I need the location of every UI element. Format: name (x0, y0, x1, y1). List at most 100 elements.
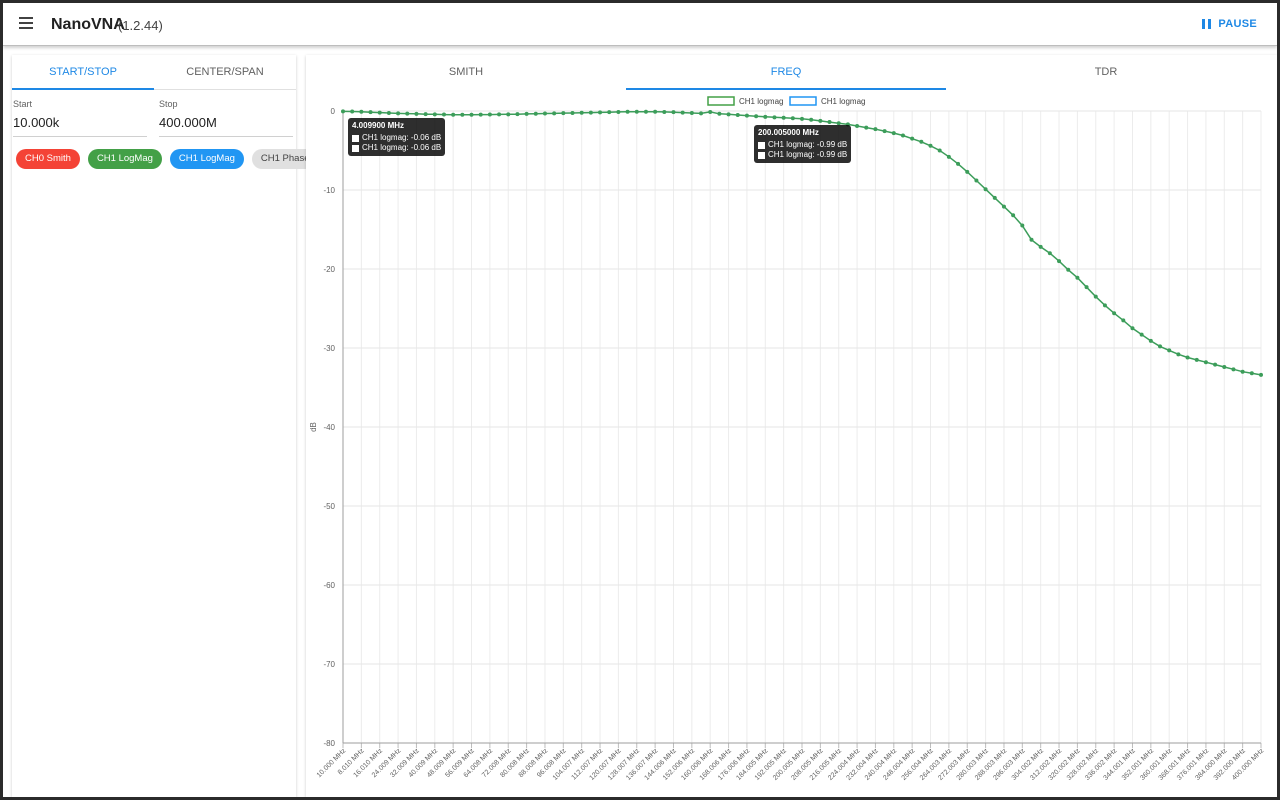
stop-input[interactable]: 400.000M (159, 115, 293, 137)
app-window: NanoVNA (1.2.44) PAUSE START/STOP CENTER… (3, 3, 1277, 797)
sweep-settings-panel: START/STOP CENTER/SPAN Start 10.000k Sto… (12, 55, 319, 797)
data-point (451, 112, 456, 117)
data-point (506, 112, 511, 117)
tab-center-span[interactable]: CENTER/SPAN (154, 55, 296, 89)
data-point (414, 111, 419, 116)
legend-swatch (758, 151, 765, 159)
data-point (1001, 204, 1006, 209)
pause-button[interactable]: PAUSE (1196, 13, 1263, 35)
data-point (607, 110, 612, 115)
data-point (689, 110, 694, 115)
data-point (928, 143, 933, 148)
data-point (570, 110, 575, 115)
hamburger-menu-icon[interactable] (19, 17, 33, 31)
data-point (919, 139, 924, 144)
sweep-mode-tabs: START/STOP CENTER/SPAN (12, 55, 296, 90)
data-point (1112, 311, 1117, 316)
data-point (1038, 244, 1043, 249)
y-tick-label: -80 (323, 739, 335, 748)
data-point (818, 118, 823, 123)
data-point (533, 111, 538, 116)
freq-chart[interactable]: 10.000 MHz8.010 MHz16.010 MHz24.009 MHz3… (306, 55, 1277, 797)
pause-label: PAUSE (1218, 18, 1257, 30)
chip-ch0-smith[interactable]: CH0 Smith (16, 149, 80, 169)
data-point (956, 161, 961, 166)
tooltip-row: CH1 logmag: -0.06 dB (362, 143, 442, 152)
data-point (855, 124, 860, 129)
data-point (708, 109, 713, 114)
data-point (790, 116, 795, 121)
y-tick-label: -30 (323, 344, 335, 353)
tooltip-marker-1: 4.009900 MHz CH1 logmag: -0.06 dB CH1 lo… (348, 118, 446, 156)
tooltip-title: 200.005000 MHz (758, 128, 819, 137)
data-point (772, 115, 777, 120)
data-point (754, 114, 759, 119)
data-point (1029, 237, 1034, 242)
data-point (1139, 332, 1144, 337)
start-input[interactable]: 10.000k (13, 115, 147, 137)
legend-label: CH1 logmag (821, 97, 865, 106)
data-point (469, 112, 474, 117)
data-point (524, 111, 529, 116)
y-axis-label: dB (309, 422, 318, 432)
data-point (744, 113, 749, 118)
data-point (873, 127, 878, 132)
trace-chips: CH0 Smith CH1 LogMag CH1 LogMag CH1 Phas… (16, 149, 319, 169)
data-point (432, 112, 437, 117)
legend-swatch (352, 144, 359, 152)
data-point (910, 136, 915, 141)
data-point (662, 109, 667, 114)
y-tick-label: -60 (323, 581, 335, 590)
y-tick-label: -20 (323, 265, 335, 274)
data-point (1203, 360, 1208, 365)
y-tick-label: -50 (323, 502, 335, 511)
data-point (900, 133, 905, 138)
data-point (1222, 364, 1227, 369)
data-point (368, 110, 373, 115)
data-point (1185, 355, 1190, 360)
chip-ch1-logmag-blue[interactable]: CH1 LogMag (169, 149, 244, 169)
data-point (1121, 318, 1126, 323)
data-point (800, 116, 805, 121)
data-point (1130, 326, 1135, 331)
chip-ch1-logmag-green[interactable]: CH1 LogMag (87, 149, 162, 169)
data-point (1148, 338, 1153, 343)
data-point (974, 178, 979, 183)
tooltip-row: CH1 logmag: -0.06 dB (362, 133, 442, 142)
stop-field[interactable]: Stop 400.000M (159, 99, 293, 137)
app-bar: NanoVNA (1.2.44) PAUSE (3, 3, 1277, 46)
y-tick-label: -10 (323, 186, 335, 195)
stop-label: Stop (159, 99, 178, 109)
data-point (1084, 285, 1089, 290)
data-point (1102, 303, 1107, 308)
data-point (763, 114, 768, 119)
start-field[interactable]: Start 10.000k (13, 99, 147, 137)
data-point (1176, 352, 1181, 357)
data-point (671, 110, 676, 115)
data-point (552, 111, 557, 116)
tooltip-title: 4.009900 MHz (352, 121, 405, 130)
data-point (478, 112, 483, 117)
data-point (579, 110, 584, 115)
data-point (1057, 259, 1062, 264)
data-point (946, 154, 951, 159)
data-point (1240, 369, 1245, 374)
data-point (781, 115, 786, 120)
data-point (625, 109, 630, 114)
data-point (643, 109, 648, 114)
legend-swatch (758, 141, 765, 149)
data-point (359, 109, 364, 114)
data-point (634, 109, 639, 114)
data-point (653, 109, 658, 114)
pause-icon (1202, 19, 1212, 29)
data-point (735, 112, 740, 117)
data-point (460, 112, 465, 117)
data-point (588, 110, 593, 115)
data-point (1259, 372, 1263, 377)
data-point (1075, 275, 1080, 280)
data-point (497, 112, 502, 117)
tab-start-stop[interactable]: START/STOP (12, 55, 154, 90)
data-point (405, 111, 410, 116)
data-point (864, 125, 869, 130)
data-point (598, 110, 603, 115)
